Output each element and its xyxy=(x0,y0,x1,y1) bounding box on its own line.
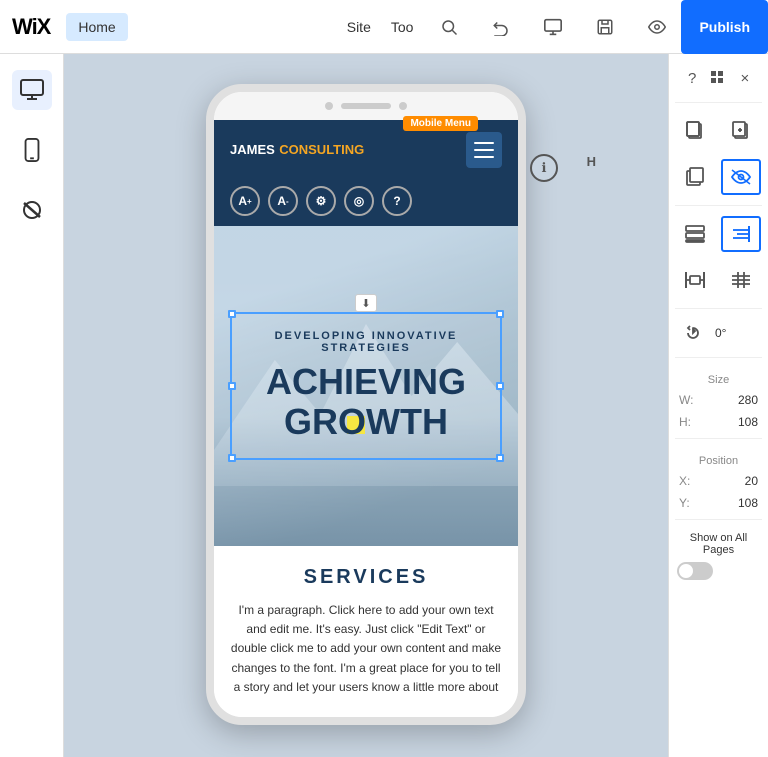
access-icon-contrast[interactable]: ◎ xyxy=(344,186,374,216)
phone-camera-2 xyxy=(399,102,407,110)
undo-icon[interactable] xyxy=(485,11,517,43)
preview-icon[interactable] xyxy=(641,11,673,43)
panel-action-row-2 xyxy=(675,157,762,197)
size-label: Size xyxy=(675,374,762,386)
info-icon[interactable]: ℹ xyxy=(530,154,558,182)
accessibility-row: A+ A- ⚙ ◎ ? xyxy=(214,180,518,226)
panel-action-row-1 xyxy=(675,111,762,151)
height-value[interactable]: 108 xyxy=(738,415,758,429)
canvas-label-h: H xyxy=(587,154,596,169)
width-label: W: xyxy=(679,393,693,407)
paste-icon[interactable] xyxy=(675,159,715,195)
align-right-icon[interactable] xyxy=(721,216,761,252)
x-value[interactable]: 20 xyxy=(745,474,758,488)
grid-layout-icon[interactable] xyxy=(721,262,761,298)
tools-menu[interactable]: Too xyxy=(391,19,414,35)
hide-elements-icon[interactable] xyxy=(12,190,52,230)
services-text: I'm a paragraph. Click here to add your … xyxy=(230,601,502,697)
top-bar: WiX Home Site Too Publish xyxy=(0,0,768,54)
show-all-pages-toggle[interactable] xyxy=(677,562,713,580)
show-all-pages-section: Show on All Pages xyxy=(675,528,762,584)
help-icon[interactable]: ? xyxy=(679,64,705,92)
layers-icon[interactable] xyxy=(675,216,715,252)
divider-5 xyxy=(675,438,762,439)
canvas-area[interactable]: Mobile Menu JAMES CONSULTING A+ A- ⚙ ◎ ? xyxy=(64,54,668,757)
phone-camera xyxy=(325,102,333,110)
show-all-pages-label: Show on All Pages xyxy=(677,532,760,556)
close-icon[interactable]: × xyxy=(732,64,758,92)
hamburger-line-3 xyxy=(474,156,494,158)
rotation-icon[interactable] xyxy=(679,319,707,347)
height-row: H: 108 xyxy=(675,414,762,430)
hero-title: ACHIEVING GROWTH xyxy=(248,362,484,441)
x-label: X: xyxy=(679,474,690,488)
resize-handle-bottom-left[interactable] xyxy=(228,454,236,462)
eye-off-icon[interactable] xyxy=(721,159,761,195)
resize-handle-middle-right[interactable] xyxy=(496,382,504,390)
publish-button[interactable]: Publish xyxy=(681,0,768,54)
divider-2 xyxy=(675,205,762,206)
panel-layout-row-1 xyxy=(675,214,762,254)
access-icon-increase[interactable]: A+ xyxy=(230,186,260,216)
mobile-menu-badge: Mobile Menu xyxy=(403,116,478,131)
search-icon[interactable] xyxy=(433,11,465,43)
cut-icon[interactable] xyxy=(721,113,761,149)
top-nav: Site Too xyxy=(347,11,674,43)
width-row: W: 280 xyxy=(675,392,762,408)
access-icon-decrease[interactable]: A- xyxy=(268,186,298,216)
desktop-icon[interactable] xyxy=(537,11,569,43)
phone-services: SERVICES I'm a paragraph. Click here to … xyxy=(214,546,518,717)
consulting-logo: JAMES CONSULTING xyxy=(230,141,364,159)
y-value[interactable]: 108 xyxy=(738,496,758,510)
y-label: Y: xyxy=(679,496,690,510)
x-row: X: 20 xyxy=(675,473,762,489)
resize-handle-bottom-right[interactable] xyxy=(496,454,504,462)
panel-layout-row-2 xyxy=(675,260,762,300)
phone-mockup: Mobile Menu JAMES CONSULTING A+ A- ⚙ ◎ ? xyxy=(206,84,526,725)
logo-prefix: JAMES xyxy=(230,142,275,157)
divider-6 xyxy=(675,519,762,520)
hero-subtitle: DEVELOPING INNOVATIVE STRATEGIES xyxy=(248,330,484,354)
hamburger-button[interactable] xyxy=(466,132,502,168)
resize-handle-top-left[interactable] xyxy=(228,310,236,318)
grid-icon[interactable] xyxy=(705,64,731,92)
hero-title-line2: GROWTH xyxy=(248,402,484,442)
logo-suffix: CONSULTING xyxy=(279,142,364,157)
height-label: H: xyxy=(679,415,691,429)
wix-logo: WiX xyxy=(12,14,50,40)
home-tab[interactable]: Home xyxy=(66,13,127,41)
y-row: Y: 108 xyxy=(675,495,762,511)
download-icon[interactable]: ⬇ xyxy=(355,294,377,312)
desktop-view-icon[interactable] xyxy=(12,70,52,110)
divider-1 xyxy=(675,102,762,103)
resize-handle-middle-left[interactable] xyxy=(228,382,236,390)
rotation-value: 0° xyxy=(715,326,726,340)
panel-top-row: ? × xyxy=(675,62,762,94)
access-icon-settings[interactable]: ⚙ xyxy=(306,186,336,216)
left-sidebar xyxy=(0,54,64,757)
distribute-icon[interactable] xyxy=(675,262,715,298)
phone-speaker xyxy=(341,103,391,109)
main-area: Mobile Menu JAMES CONSULTING A+ A- ⚙ ◎ ? xyxy=(0,54,768,757)
right-panel: ? × xyxy=(668,54,768,757)
divider-3 xyxy=(675,308,762,309)
mobile-view-icon[interactable] xyxy=(12,130,52,170)
width-value[interactable]: 280 xyxy=(738,393,758,407)
position-label: Position xyxy=(675,455,762,467)
resize-handle-top-right[interactable] xyxy=(496,310,504,318)
copy-icon[interactable] xyxy=(675,113,715,149)
phone-hero[interactable]: ⬇ DEVELOPING INNOVATIVE STRATEGIES ACHIE… xyxy=(214,226,518,546)
hamburger-line-2 xyxy=(474,149,494,151)
hero-content-box[interactable]: ⬇ DEVELOPING INNOVATIVE STRATEGIES ACHIE… xyxy=(230,312,502,459)
phone-header: Mobile Menu JAMES CONSULTING xyxy=(214,120,518,180)
services-title: SERVICES xyxy=(230,566,502,589)
divider-4 xyxy=(675,357,762,358)
save-icon[interactable] xyxy=(589,11,621,43)
site-menu[interactable]: Site xyxy=(347,19,371,35)
hero-title-line1: ACHIEVING xyxy=(248,362,484,402)
access-icon-help[interactable]: ? xyxy=(382,186,412,216)
rotation-row: 0° xyxy=(675,317,762,349)
hamburger-line-1 xyxy=(474,142,494,144)
